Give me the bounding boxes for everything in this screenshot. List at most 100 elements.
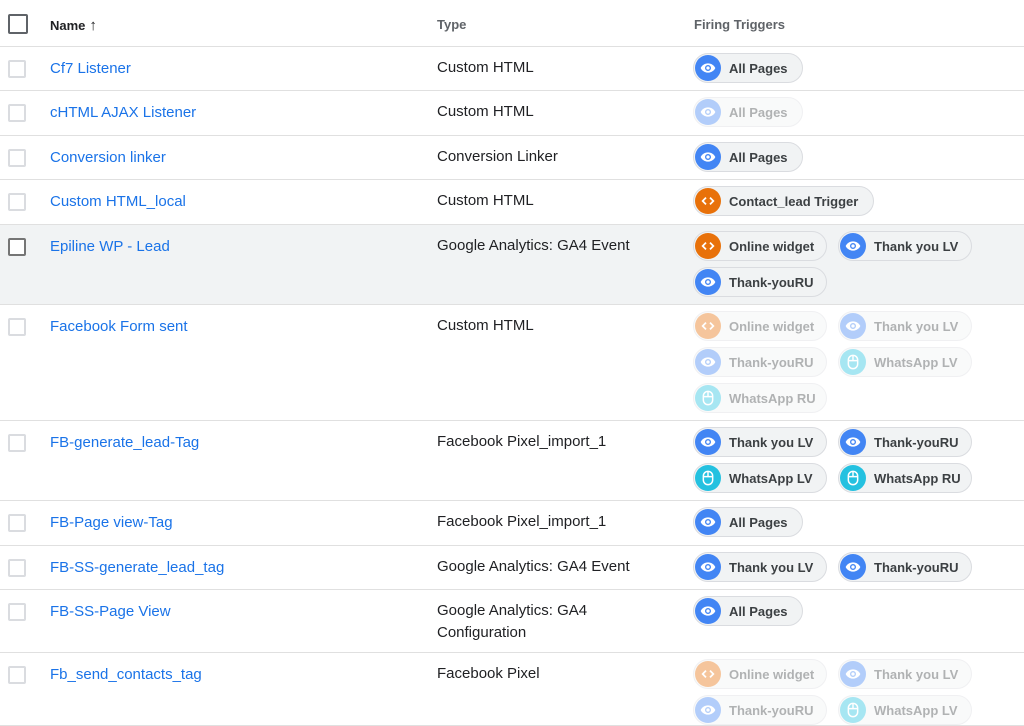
trigger-chip-label: Online widget [729,238,815,254]
tag-name-link[interactable]: FB-SS-Page View [50,603,171,620]
mouse-icon [840,697,866,723]
tag-type: Google Analytics: GA4 Event [437,558,630,575]
table-row[interactable]: Facebook Form sent Custom HTML Online widg… [0,305,1024,421]
eye-icon [695,99,721,125]
column-header-firing-triggers: Firing Triggers [694,17,786,32]
sort-ascending-icon: ↑ [89,17,97,34]
trigger-chip-label: Online widget [729,318,815,334]
trigger-chip-label: Thank you LV [729,559,814,575]
trigger-chip[interactable]: WhatsApp LV [838,695,972,725]
row-checkbox[interactable] [8,559,26,577]
trigger-chip[interactable]: Thank-youRU [838,552,972,582]
row-checkbox[interactable] [8,666,26,684]
table-row[interactable]: Conversion linker Conversion Linker All Pa… [0,136,1024,180]
tag-type: Facebook Pixel [437,665,540,682]
row-checkbox[interactable] [8,318,26,336]
mouse-icon [695,465,721,491]
trigger-chip[interactable]: Thank-youRU [693,347,827,377]
tag-name-link[interactable]: Fb_send_contacts_tag [50,666,202,683]
trigger-chip[interactable]: Thank you LV [693,552,827,582]
table-header: Name ↑ Type Firing Triggers [0,0,1024,47]
select-all-checkbox[interactable] [8,14,28,34]
trigger-chip[interactable]: All Pages [693,142,803,172]
row-checkbox[interactable] [8,238,26,256]
row-checkbox[interactable] [8,434,26,452]
column-header-name[interactable]: Name ↑ [50,17,97,34]
trigger-chip[interactable]: Thank-youRU [693,695,827,725]
trigger-chip-label: Online widget [729,666,815,682]
trigger-chip[interactable]: WhatsApp RU [693,383,827,413]
eye-icon [695,598,721,624]
eye-icon [840,554,866,580]
trigger-chip[interactable]: Thank you LV [693,427,827,457]
eye-icon [695,144,721,170]
trigger-chip[interactable]: All Pages [693,596,803,626]
trigger-chip[interactable]: WhatsApp RU [838,463,972,493]
tag-type: Custom HTML [437,192,534,209]
eye-icon [695,509,721,535]
trigger-chip[interactable]: Online widget [693,311,827,341]
row-checkbox[interactable] [8,193,26,211]
table-row[interactable]: Epiline WP - Lead Google Analytics: GA4 E… [0,225,1024,305]
tag-name-link[interactable]: Conversion linker [50,149,166,166]
trigger-chip[interactable]: All Pages [693,97,803,127]
tag-name-link[interactable]: FB-Page view-Tag [50,514,173,531]
trigger-chip-label: Contact_lead Trigger [729,193,859,209]
tag-type: Conversion Linker [437,148,558,165]
tag-type: Google Analytics: GA4 Event [437,237,630,254]
trigger-chip[interactable]: Contact_lead Trigger [693,186,874,216]
trigger-chip[interactable]: Thank-youRU [693,267,827,297]
trigger-chip-label: WhatsApp LV [874,354,958,370]
row-checkbox[interactable] [8,104,26,122]
trigger-chip[interactable]: Thank-youRU [838,427,972,457]
table-row[interactable]: FB-SS-Page View Google Analytics: GA4 Con… [0,590,1024,653]
trigger-chip[interactable]: Thank you LV [838,311,972,341]
tag-name-link[interactable]: cHTML AJAX Listener [50,104,196,121]
row-checkbox[interactable] [8,149,26,167]
row-checkbox[interactable] [8,514,26,532]
eye-icon [840,313,866,339]
trigger-chip[interactable]: WhatsApp LV [693,463,827,493]
trigger-chip[interactable]: Online widget [693,231,827,261]
table-row[interactable]: Custom HTML_local Custom HTML Contact_lead… [0,180,1024,225]
trigger-chip-label: Thank you LV [874,318,959,334]
trigger-chip[interactable]: Online widget [693,659,827,689]
tag-name-link[interactable]: Cf7 Listener [50,60,131,77]
trigger-chip[interactable]: All Pages [693,507,803,537]
row-checkbox[interactable] [8,60,26,78]
eye-icon [695,349,721,375]
trigger-chip-label: Thank you LV [729,434,814,450]
trigger-chip[interactable]: Thank you LV [838,659,972,689]
trigger-chip-label: Thank-youRU [729,354,814,370]
trigger-chip[interactable]: WhatsApp LV [838,347,972,377]
column-header-name-label: Name [50,18,86,33]
trigger-chip-label: Thank-youRU [874,434,959,450]
eye-icon [695,55,721,81]
trigger-chip[interactable]: All Pages [693,53,803,83]
trigger-chip-label: Thank-youRU [874,559,959,575]
trigger-chip-label: WhatsApp LV [729,470,813,486]
tags-table: Name ↑ Type Firing Triggers Cf7 Listener C… [0,0,1024,726]
code-icon [695,313,721,339]
row-checkbox[interactable] [8,603,26,621]
tag-name-link[interactable]: Facebook Form sent [50,318,188,335]
table-row[interactable]: Cf7 Listener Custom HTML All Pages [0,47,1024,91]
table-row[interactable]: FB-generate_lead-Tag Facebook Pixel_impor… [0,421,1024,501]
trigger-chip-label: All Pages [729,603,788,619]
trigger-chip-label: Thank-youRU [729,702,814,718]
column-header-type[interactable]: Type [437,17,466,32]
tag-name-link[interactable]: Custom HTML_local [50,193,186,210]
tag-name-link[interactable]: FB-generate_lead-Tag [50,434,199,451]
table-row[interactable]: cHTML AJAX Listener Custom HTML All Pages [0,91,1024,136]
tag-name-link[interactable]: Epiline WP - Lead [50,238,170,255]
tag-name-link[interactable]: FB-SS-generate_lead_tag [50,559,224,576]
table-row[interactable]: FB-Page view-Tag Facebook Pixel_import_1 A… [0,501,1024,546]
mouse-icon [840,465,866,491]
table-row[interactable]: FB-SS-generate_lead_tag Google Analytics:… [0,546,1024,590]
trigger-chip[interactable]: Thank you LV [838,231,972,261]
tag-type: Custom HTML [437,317,534,334]
mouse-icon [695,385,721,411]
table-row[interactable]: Fb_send_contacts_tag Facebook Pixel Online… [0,653,1024,726]
eye-icon [695,269,721,295]
trigger-chip-label: All Pages [729,149,788,165]
